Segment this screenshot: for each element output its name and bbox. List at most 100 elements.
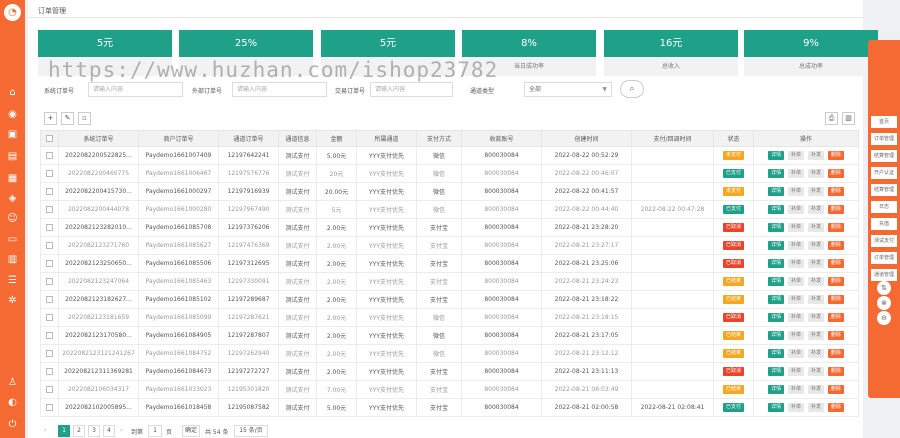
delete-row-button[interactable]: 删除 — [827, 313, 844, 322]
user-icon[interactable]: ♙ — [6, 376, 19, 389]
add-button[interactable]: + — [44, 112, 57, 125]
notify-button[interactable]: 补发 — [807, 169, 824, 178]
row-checkbox-cell[interactable] — [40, 236, 59, 255]
table-row[interactable]: 2022082200522825... Paydemo1661007409 1219… — [40, 146, 859, 165]
notify-button[interactable]: 补发 — [807, 277, 824, 286]
row-checkbox[interactable] — [46, 404, 53, 411]
panel-nav-button[interactable]: 订单管理 — [871, 252, 897, 264]
row-checkbox[interactable] — [46, 152, 53, 159]
row-checkbox-cell[interactable] — [40, 362, 59, 381]
power-icon[interactable]: ⏻ — [6, 418, 19, 431]
notify-button[interactable]: 补发 — [807, 259, 824, 268]
table-row[interactable]: 2022082123170580... Paydemo1661084905 1219… — [40, 326, 859, 345]
notify-button[interactable]: 补发 — [807, 187, 824, 196]
detail-button[interactable]: 详情 — [768, 385, 785, 394]
notify-button[interactable]: 补发 — [807, 403, 824, 412]
delete-button[interactable]: ▫ — [78, 112, 91, 125]
home-icon[interactable]: ⌂ — [6, 86, 19, 99]
panel-nav-button[interactable]: 结算管理 — [871, 184, 897, 196]
page-number-button[interactable]: 3 — [88, 425, 100, 437]
resend-button[interactable]: 补单 — [788, 367, 805, 376]
resend-button[interactable]: 补单 — [788, 223, 805, 232]
row-checkbox[interactable] — [46, 386, 53, 393]
confirm-button[interactable]: 确定 — [182, 425, 200, 437]
detail-button[interactable]: 详情 — [768, 187, 785, 196]
settings-icon[interactable]: ✲ — [6, 294, 19, 307]
row-checkbox[interactable] — [46, 332, 53, 339]
notify-button[interactable]: 补发 — [807, 151, 824, 160]
row-checkbox-cell[interactable] — [40, 254, 59, 273]
print-button[interactable]: ⎙ — [825, 112, 838, 125]
notify-button[interactable]: 补发 — [807, 205, 824, 214]
detail-button[interactable]: 详情 — [768, 403, 785, 412]
page-number-button[interactable]: 1 — [58, 425, 70, 437]
row-checkbox-cell[interactable] — [40, 344, 59, 363]
delete-row-button[interactable]: 删除 — [827, 241, 844, 250]
lock-icon[interactable]: ◐ — [6, 396, 19, 409]
resend-button[interactable]: 补单 — [788, 331, 805, 340]
notify-button[interactable]: 补发 — [807, 295, 824, 304]
prev-page-icon[interactable]: ‹ — [44, 427, 46, 434]
row-checkbox[interactable] — [46, 188, 53, 195]
row-checkbox[interactable] — [46, 278, 53, 285]
delete-row-button[interactable]: 删除 — [827, 187, 844, 196]
row-checkbox-cell[interactable] — [40, 380, 59, 399]
panel-nav-button[interactable]: 首页 — [871, 116, 897, 128]
delete-row-button[interactable]: 删除 — [827, 403, 844, 412]
notify-button[interactable]: 补发 — [807, 313, 824, 322]
calendar-icon[interactable]: ▥ — [6, 253, 19, 266]
notify-button[interactable]: 补发 — [807, 241, 824, 250]
row-checkbox[interactable] — [46, 170, 53, 177]
panel-nav-button[interactable]: 结算管理 — [871, 150, 897, 162]
resend-button[interactable]: 补单 — [788, 169, 805, 178]
delete-row-button[interactable]: 删除 — [827, 259, 844, 268]
table-row[interactable]: 2022082123282010... Paydemo1661085708 1219… — [40, 218, 859, 237]
delete-row-button[interactable]: 删除 — [827, 223, 844, 232]
detail-button[interactable]: 详情 — [768, 349, 785, 358]
row-checkbox-cell[interactable] — [40, 326, 59, 345]
detail-button[interactable]: 详情 — [768, 169, 785, 178]
globe-icon[interactable]: ◉ — [6, 108, 19, 121]
row-checkbox-cell[interactable] — [40, 398, 59, 417]
resend-button[interactable]: 补单 — [788, 151, 805, 160]
table-row[interactable]: 2022082200444078 Paydemo1661000280 1219796… — [40, 200, 859, 219]
detail-button[interactable]: 详情 — [768, 367, 785, 376]
detail-button[interactable]: 详情 — [768, 331, 785, 340]
row-checkbox-cell[interactable] — [40, 290, 59, 309]
next-page-icon[interactable]: › — [120, 427, 122, 434]
row-checkbox[interactable] — [46, 296, 53, 303]
resend-button[interactable]: 补单 — [788, 277, 805, 286]
database-icon[interactable]: ▦ — [6, 172, 19, 185]
delete-row-button[interactable]: 删除 — [827, 277, 844, 286]
notify-button[interactable]: 补发 — [807, 367, 824, 376]
row-checkbox[interactable] — [46, 368, 53, 375]
resend-button[interactable]: 补单 — [788, 187, 805, 196]
notify-button[interactable]: 补发 — [807, 223, 824, 232]
table-row[interactable]: 2022082200415730... Paydemo1661000297 1219… — [40, 182, 859, 201]
resend-button[interactable]: 补单 — [788, 205, 805, 214]
panel-nav-button[interactable]: 测试支付 — [871, 235, 897, 247]
wallet-icon[interactable]: ▣ — [6, 128, 19, 141]
resend-button[interactable]: 补单 — [788, 385, 805, 394]
panel-nav-button[interactable]: 充值 — [871, 218, 897, 230]
panel-nav-button[interactable]: 订单管理 — [871, 133, 897, 145]
external-order-input[interactable]: 请输入内容 — [232, 82, 327, 97]
delete-row-button[interactable]: 删除 — [827, 169, 844, 178]
table-row[interactable]: 2022082200460775 Paydemo1661006467 1219757… — [40, 164, 859, 183]
logo-icon[interactable]: ◔ — [4, 4, 21, 21]
resend-button[interactable]: 补单 — [788, 259, 805, 268]
notify-button[interactable]: 补发 — [807, 331, 824, 340]
table-row[interactable]: 2022082102005895... Paydemo1661018458 1219… — [40, 398, 859, 417]
detail-button[interactable]: 详情 — [768, 223, 785, 232]
per-page-select[interactable]: 15 条/页 — [234, 425, 268, 437]
row-checkbox-cell[interactable] — [40, 272, 59, 291]
row-checkbox-cell[interactable] — [40, 146, 59, 165]
detail-button[interactable]: 详情 — [768, 313, 785, 322]
row-checkbox[interactable] — [46, 242, 53, 249]
resend-button[interactable]: 补单 — [788, 349, 805, 358]
detail-button[interactable]: 详情 — [768, 259, 785, 268]
system-order-input[interactable]: 请输入内容 — [88, 82, 183, 97]
card-icon[interactable]: ▭ — [6, 233, 19, 246]
resend-button[interactable]: 补单 — [788, 241, 805, 250]
channel-type-select[interactable]: 全部 ▼ — [524, 82, 612, 97]
